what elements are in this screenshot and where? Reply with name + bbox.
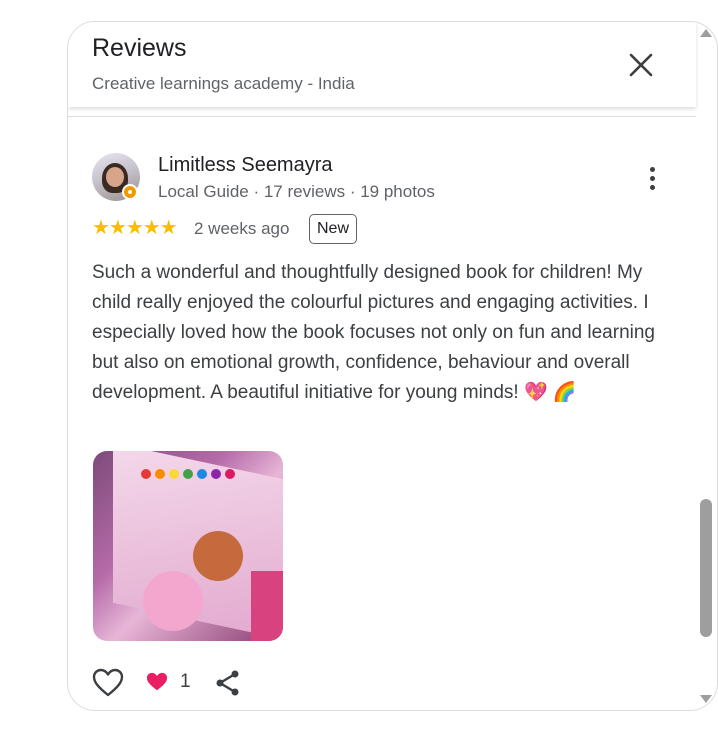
- reviewer-name[interactable]: Limitless Seemayra: [158, 154, 333, 177]
- star-rating: ★★★★★: [92, 217, 178, 239]
- more-options-button[interactable]: [640, 162, 664, 194]
- scrollbar[interactable]: [695, 21, 718, 711]
- scroll-thumb[interactable]: [700, 499, 712, 637]
- new-badge: New: [309, 214, 358, 244]
- book-label: [251, 571, 283, 641]
- close-button[interactable]: [620, 44, 662, 86]
- review-time: 2 weeks ago: [194, 219, 290, 238]
- review-text: Such a wonderful and thoughtfully design…: [92, 262, 655, 403]
- scroll-down-arrow-icon[interactable]: [700, 695, 712, 703]
- heart-reaction-icon[interactable]: [146, 671, 168, 693]
- reviews-header: Reviews Creative learnings academy - Ind…: [68, 22, 696, 107]
- reviews-panel: Reviews Creative learnings academy - Ind…: [67, 21, 718, 711]
- page-title: Reviews: [92, 34, 187, 62]
- avatar[interactable]: [92, 153, 140, 201]
- book-color-dots: [141, 469, 251, 483]
- avatar-face: [106, 167, 124, 187]
- review-photo[interactable]: [93, 451, 283, 641]
- more-vert-icon-dot: [649, 166, 655, 172]
- heart-outline-icon[interactable]: [92, 667, 124, 699]
- close-icon: [629, 53, 653, 77]
- business-subtitle: Creative learnings academy - India: [92, 74, 355, 93]
- book-bird-illustration: [143, 571, 203, 631]
- book-girl-illustration: [193, 531, 243, 581]
- divider: [68, 116, 696, 117]
- share-icon[interactable]: [214, 669, 242, 697]
- scroll-up-arrow-icon[interactable]: [700, 29, 712, 37]
- local-guide-badge-icon: [122, 184, 138, 200]
- more-vert-icon-dot: [649, 175, 655, 181]
- reviewer-meta: Local Guide · 17 reviews · 19 photos: [158, 182, 435, 201]
- more-vert-icon-dot: [649, 184, 655, 190]
- reaction-count: 1: [180, 671, 191, 692]
